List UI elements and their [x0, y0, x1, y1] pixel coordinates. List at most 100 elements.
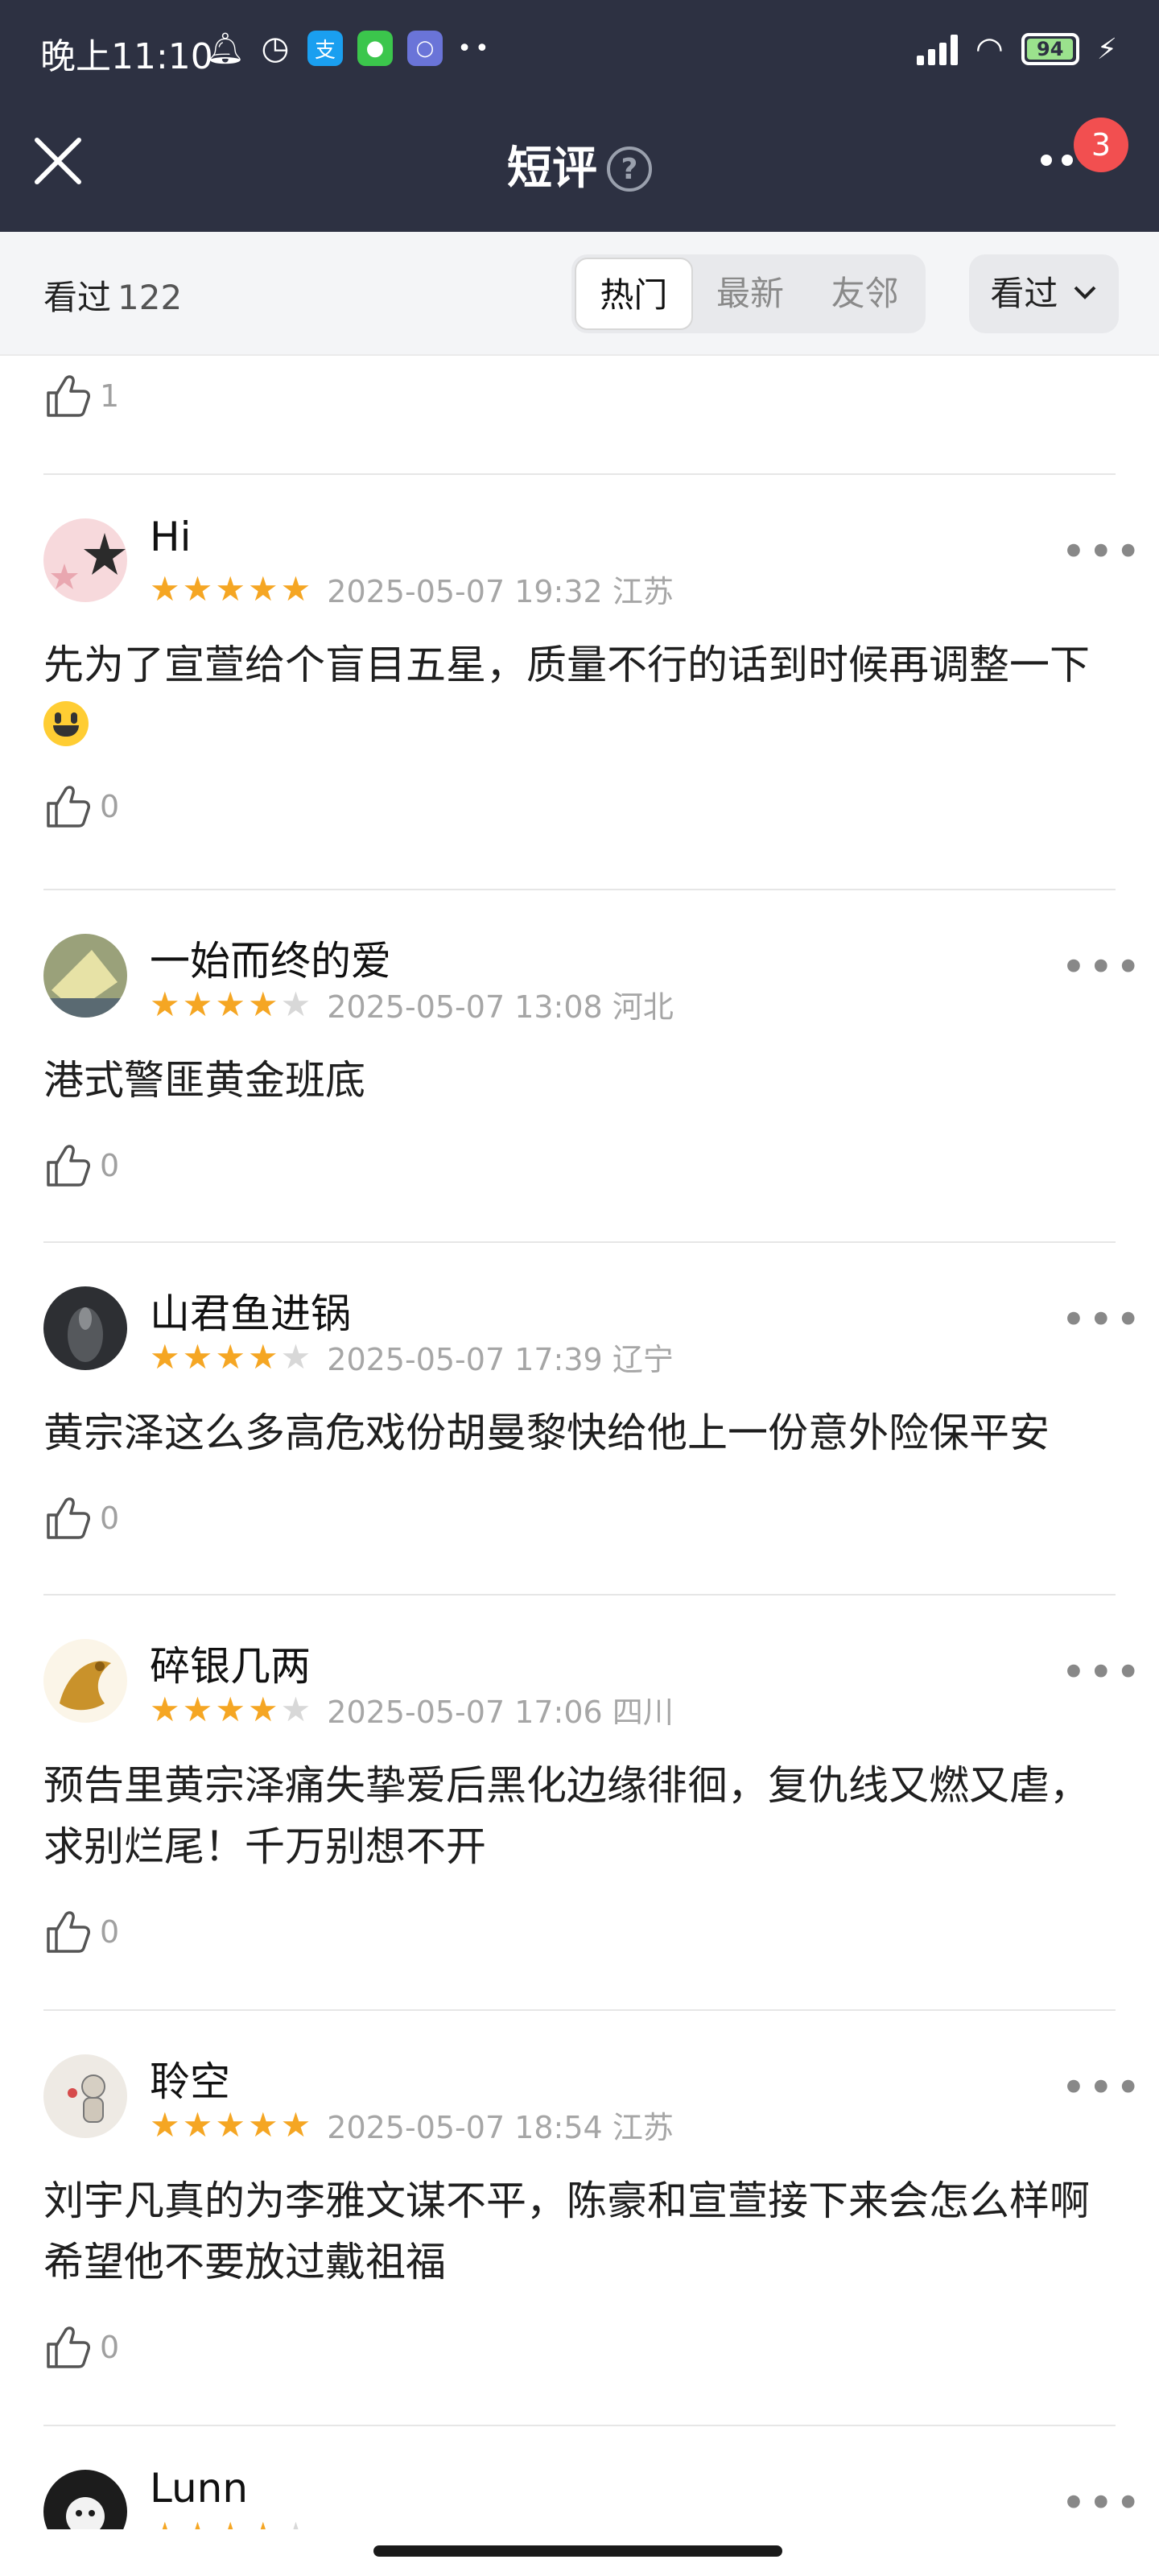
divider [43, 889, 1116, 890]
like-button[interactable]: 0 [43, 782, 119, 831]
watched-count: 看过 122 [43, 270, 182, 320]
like-count: 1 [100, 378, 120, 414]
timer-icon: ◷ [261, 30, 290, 67]
thumbs-up-icon [47, 2326, 90, 2368]
review-content: 刘宇凡真的为李雅文谋不平，陈豪和宣萱接下来会怎么样啊希望他不要放过戴祖福 [43, 2178, 1090, 2285]
like-button[interactable]: 0 [43, 1908, 119, 1956]
star-filled-icon: ★ [215, 1689, 245, 1729]
star-filled-icon: ★ [183, 2518, 213, 2530]
like-button[interactable]: 0 [43, 1494, 119, 1542]
review-content: 预告里黄宗泽痛失挚爱后黑化边缘徘徊，复仇线又燃又虐，求别烂尾！千万别想不开 [43, 1762, 1090, 1870]
thumbs-up-icon [47, 786, 90, 828]
review-date: 2025-05-07 13:08 河北 [327, 989, 674, 1025]
review-list: 1 Hi ★ ★ ★ ★ ★ 2025-05-07 19:32 江苏 ••• 先为了宣萱… [0, 356, 1159, 2529]
star-filled-icon: ★ [150, 568, 180, 609]
page-title: 短评? [0, 132, 1159, 197]
rating-stars: ★★★★★ [150, 2104, 311, 2145]
review-meta: ★ ★ ★ ★ ★ 2025-05-07 18:54 江苏 [150, 2103, 674, 2147]
grinning-face-emoji [43, 701, 89, 746]
like-count: 0 [100, 789, 120, 824]
star-empty-icon: ★ [280, 984, 311, 1024]
star-filled-icon: ★ [247, 2104, 278, 2145]
like-count: 0 [100, 1914, 120, 1950]
star-filled-icon: ★ [215, 984, 245, 1024]
rating-stars: ★★★★★ [150, 1689, 311, 1729]
username[interactable]: Lunn [150, 2465, 248, 2512]
username[interactable]: 聆空 [150, 2050, 230, 2107]
star-filled-icon: ★ [182, 568, 213, 609]
like-count: 0 [100, 2330, 120, 2365]
star-empty-icon: ★ [280, 1336, 311, 1377]
review-more-button[interactable]: ••• [1061, 946, 1143, 989]
avatar[interactable] [43, 934, 127, 1018]
notification-icons: 🔔︎ ◷ 支 ● ○ •• [206, 30, 493, 67]
divider [43, 1594, 1116, 1596]
review-date: 2025-05-07 17:06 四川 [327, 1695, 674, 1730]
help-icon[interactable]: ? [607, 147, 652, 192]
app-header: 晚上11:10 🔔︎ ◷ 支 ● ○ •• ◠ 94 ⚡︎ 短评 ? 3 [0, 0, 1159, 232]
review-more-button[interactable]: ••• [1061, 1298, 1143, 1342]
wechat-icon: ● [357, 31, 393, 66]
charging-icon: ⚡︎ [1096, 32, 1117, 66]
username[interactable]: 一始而终的爱 [150, 929, 391, 987]
review-meta: ★★★★★ [150, 2518, 311, 2530]
signal-icon [916, 33, 958, 65]
star-filled-icon: ★ [182, 1336, 213, 1377]
star-filled-icon: ★ [215, 2104, 245, 2145]
review-date: 2025-05-07 17:39 辽宁 [327, 1342, 674, 1377]
like-count: 0 [100, 1501, 120, 1536]
star-filled-icon: ★ [215, 1336, 245, 1377]
star-filled-icon: ★ [150, 984, 180, 1024]
avatar[interactable] [43, 518, 127, 602]
alipay-icon: 支 [307, 31, 343, 66]
thumbs-up-icon [47, 1497, 90, 1539]
review-more-button[interactable]: ••• [1061, 1651, 1143, 1695]
dropdown-label: 看过 [990, 274, 1058, 313]
rating-stars: ★★★★★ [150, 1340, 311, 1374]
star-empty-icon: ★ [280, 1689, 311, 1729]
star-filled-icon: ★ [215, 568, 245, 609]
thumbs-up-icon [47, 1911, 90, 1953]
more-dots-icon: •• [457, 34, 493, 63]
review-more-button[interactable]: ••• [1061, 2066, 1143, 2110]
home-indicator[interactable] [373, 2545, 782, 2557]
tab-hot[interactable]: 热门 [575, 258, 693, 330]
avatar[interactable] [43, 1286, 127, 1370]
rating-stars: ★★★★★ [150, 2518, 311, 2530]
star-filled-icon: ★ [182, 984, 213, 1024]
review-more-button[interactable]: ••• [1061, 530, 1143, 574]
like-button[interactable]: 0 [43, 2323, 119, 2372]
rating-stars: ★★★★★ [150, 984, 311, 1024]
divider [43, 2009, 1116, 2011]
star-filled-icon: ★ [247, 984, 278, 1024]
app-icon: ○ [407, 31, 443, 66]
tab-latest[interactable]: 最新 [693, 258, 808, 330]
review-content: 黄宗泽这么多高危戏份胡曼黎快给他上一份意外险保平安 [43, 1410, 1050, 1456]
star-filled-icon: ★ [280, 568, 311, 609]
star-empty-icon: ★ [281, 2518, 311, 2530]
username[interactable]: 山君鱼进锅 [150, 1282, 351, 1340]
avatar[interactable] [43, 2470, 127, 2529]
avatar[interactable] [43, 1639, 127, 1723]
thumbs-up-icon [47, 1145, 90, 1187]
star-filled-icon: ★ [182, 2104, 213, 2145]
username[interactable]: 碎银几两 [150, 1634, 311, 1692]
like-button[interactable]: 1 [43, 372, 119, 420]
star-filled-icon: ★ [150, 1689, 180, 1729]
review-date: 2025-05-07 19:32 江苏 [327, 574, 674, 609]
divider [43, 1241, 1116, 1243]
star-filled-icon: ★ [182, 1689, 213, 1729]
like-button[interactable]: 0 [43, 1141, 119, 1190]
divider [43, 473, 1116, 475]
star-filled-icon: ★ [150, 1336, 180, 1377]
review-more-button[interactable]: ••• [1061, 2482, 1143, 2525]
star-filled-icon: ★ [248, 2518, 278, 2530]
watched-filter-dropdown[interactable]: 看过 [969, 254, 1119, 333]
username[interactable]: Hi [150, 514, 192, 560]
chevron-down-icon [1074, 286, 1096, 299]
review-meta: ★ ★ ★ ★ ★ 2025-05-07 13:08 河北 [150, 982, 674, 1026]
tab-friends[interactable]: 友邻 [807, 258, 922, 330]
review-content: 先为了宣萱给个盲目五星，质量不行的话到时候再调整一下 [43, 634, 1122, 757]
avatar[interactable] [43, 2054, 127, 2138]
rating-stars: ★★★★★ [150, 572, 311, 606]
